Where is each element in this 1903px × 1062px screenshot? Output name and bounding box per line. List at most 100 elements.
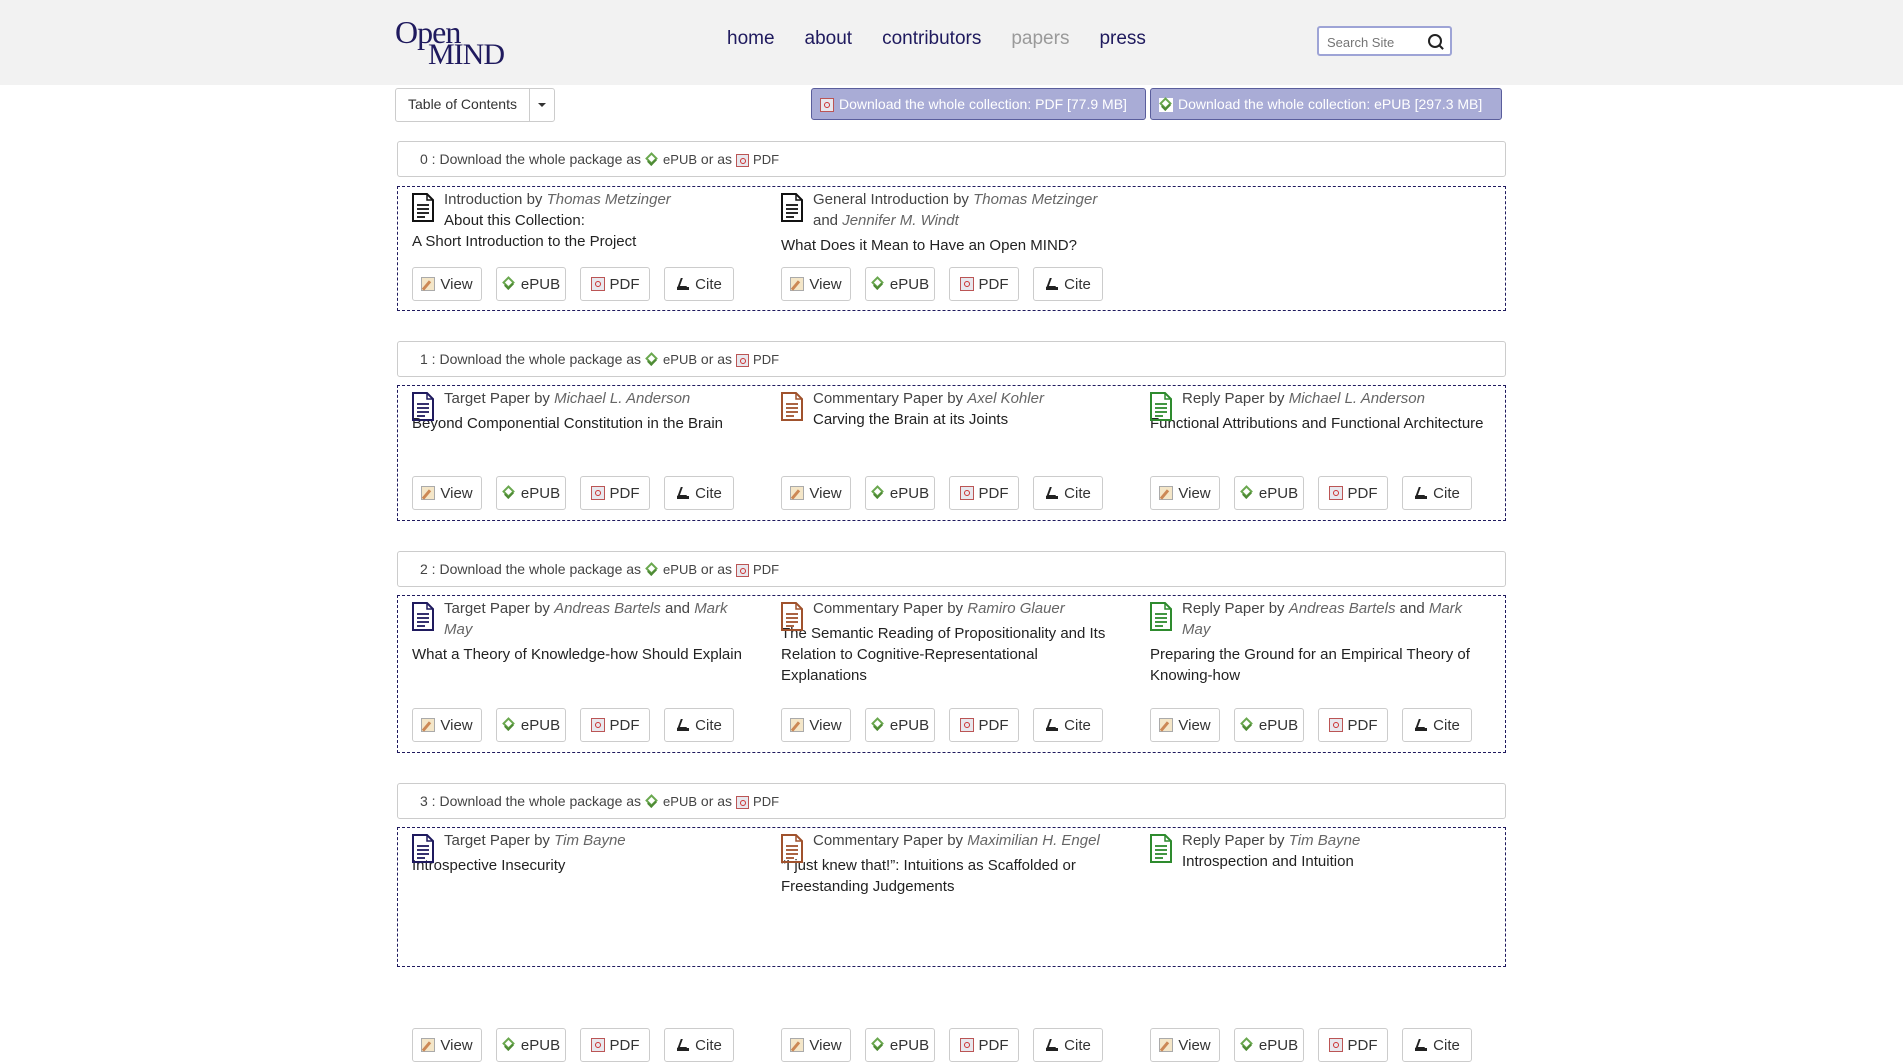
view-button[interactable]: View	[412, 476, 482, 510]
pdf-button[interactable]: PDF	[1318, 1028, 1388, 1062]
toc-label[interactable]: Table of Contents	[396, 89, 530, 121]
author-link[interactable]: Maximilian H. Engel	[967, 832, 1100, 849]
paper-title[interactable]: What Does it Mean to Have an Open MIND?	[781, 235, 1121, 256]
pdf-icon[interactable]	[736, 353, 750, 367]
view-button[interactable]: View	[781, 267, 851, 301]
package-pdf-link[interactable]: PDF	[753, 352, 779, 367]
cite-button[interactable]: Cite	[1402, 708, 1472, 742]
epub-icon[interactable]	[645, 795, 659, 809]
view-button[interactable]: View	[412, 708, 482, 742]
epub-button[interactable]: ePUB	[496, 1028, 566, 1062]
download-collection-epub-button[interactable]: Download the whole collection: ePUB [297…	[1150, 88, 1502, 120]
search-input[interactable]	[1325, 28, 1429, 56]
paper-title[interactable]: The Semantic Reading of Propositionality…	[781, 623, 1121, 686]
epub-button[interactable]: ePUB	[865, 708, 935, 742]
epub-button[interactable]: ePUB	[865, 1028, 935, 1062]
pdf-button[interactable]: PDF	[580, 267, 650, 301]
pdf-button[interactable]: PDF	[580, 1028, 650, 1062]
author-link[interactable]: Andreas Bartels	[554, 600, 661, 617]
view-button[interactable]: View	[1150, 1028, 1220, 1062]
view-button[interactable]: View	[412, 1028, 482, 1062]
pdf-button[interactable]: PDF	[949, 1028, 1019, 1062]
search-icon[interactable]	[1428, 34, 1442, 48]
epub-button[interactable]: ePUB	[865, 267, 935, 301]
cite-button[interactable]: Cite	[1033, 1028, 1103, 1062]
cite-button[interactable]: Cite	[1033, 476, 1103, 510]
package-pdf-link[interactable]: PDF	[753, 562, 779, 577]
paper-title[interactable]: Beyond Componential Constitution in the …	[412, 413, 752, 434]
cite-button[interactable]: Cite	[664, 708, 734, 742]
nav-contributors[interactable]: contributors	[882, 28, 981, 50]
chevron-down-icon[interactable]	[530, 89, 554, 121]
pdf-icon[interactable]	[736, 563, 750, 577]
author-link[interactable]: Thomas Metzinger	[973, 191, 1097, 208]
author-link[interactable]: Axel Kohler	[967, 390, 1044, 407]
paper-title[interactable]: “I just knew that!”: Intuitions as Scaff…	[781, 855, 1121, 897]
table-of-contents-dropdown[interactable]: Table of Contents	[395, 88, 555, 122]
paper-title[interactable]: What a Theory of Knowledge-how Should Ex…	[412, 644, 752, 665]
view-button[interactable]: View	[1150, 708, 1220, 742]
epub-button[interactable]: ePUB	[1234, 476, 1304, 510]
author-link[interactable]: Jennifer M. Windt	[842, 212, 959, 229]
view-button[interactable]: View	[1150, 476, 1220, 510]
nav-about[interactable]: about	[805, 28, 853, 50]
epub-icon[interactable]	[645, 563, 659, 577]
paper-title[interactable]: Introspection and Intuition	[1182, 851, 1490, 872]
cite-button[interactable]: Cite	[1402, 476, 1472, 510]
open-mind-logo[interactable]: Open MIND	[395, 14, 505, 71]
paper-title[interactable]: Introspective Insecurity	[412, 855, 752, 876]
cite-button[interactable]: Cite	[664, 1028, 734, 1062]
paper-title[interactable]: About this Collection:	[444, 210, 752, 231]
view-button[interactable]: View	[412, 267, 482, 301]
cite-icon	[1414, 718, 1428, 732]
paper-subtitle[interactable]: A Short Introduction to the Project	[412, 231, 752, 252]
nav-home[interactable]: home	[727, 28, 775, 50]
epub-button[interactable]: ePUB	[1234, 1028, 1304, 1062]
cite-button[interactable]: Cite	[1033, 708, 1103, 742]
epub-icon[interactable]	[645, 153, 659, 167]
view-button[interactable]: View	[781, 476, 851, 510]
package-pdf-link[interactable]: PDF	[753, 152, 779, 167]
pdf-button[interactable]: PDF	[949, 267, 1019, 301]
paper-title[interactable]: Preparing the Ground for an Empirical Th…	[1150, 644, 1490, 686]
paper-title[interactable]: Carving the Brain at its Joints	[813, 409, 1121, 430]
author-link[interactable]: Tim Bayne	[1289, 832, 1361, 849]
paper-actions: View ePUB PDF Cite	[781, 267, 1103, 301]
epub-button[interactable]: ePUB	[496, 267, 566, 301]
author-link[interactable]: Andreas Bartels	[1289, 600, 1396, 617]
package-epub-link[interactable]: ePUB	[663, 562, 697, 577]
cite-button[interactable]: Cite	[1402, 1028, 1472, 1062]
nav-press[interactable]: press	[1099, 28, 1145, 50]
epub-button[interactable]: ePUB	[865, 476, 935, 510]
nav-papers[interactable]: papers	[1011, 28, 1069, 50]
epub-button[interactable]: ePUB	[496, 708, 566, 742]
package-epub-link[interactable]: ePUB	[663, 152, 697, 167]
pdf-icon[interactable]	[736, 795, 750, 809]
epub-icon[interactable]	[645, 353, 659, 367]
cite-button[interactable]: Cite	[664, 476, 734, 510]
pdf-button[interactable]: PDF	[1318, 708, 1388, 742]
author-link[interactable]: Michael L. Anderson	[1289, 390, 1425, 407]
pdf-button[interactable]: PDF	[580, 476, 650, 510]
pdf-button[interactable]: PDF	[1318, 476, 1388, 510]
pdf-icon[interactable]	[736, 153, 750, 167]
package-epub-link[interactable]: ePUB	[663, 352, 697, 367]
pdf-button[interactable]: PDF	[949, 476, 1019, 510]
author-link[interactable]: Ramiro Glauer	[967, 600, 1065, 617]
package-epub-link[interactable]: ePUB	[663, 794, 697, 809]
download-collection-pdf-button[interactable]: Download the whole collection: PDF [77.9…	[811, 88, 1146, 120]
paper-header: General Introduction by Thomas Metzinger…	[813, 187, 1121, 231]
view-button[interactable]: View	[781, 1028, 851, 1062]
pdf-button[interactable]: PDF	[580, 708, 650, 742]
view-button[interactable]: View	[781, 708, 851, 742]
cite-button[interactable]: Cite	[1033, 267, 1103, 301]
package-pdf-link[interactable]: PDF	[753, 794, 779, 809]
pdf-button[interactable]: PDF	[949, 708, 1019, 742]
paper-title[interactable]: Functional Attributions and Functional A…	[1150, 413, 1490, 434]
author-link[interactable]: Thomas Metzinger	[547, 191, 671, 208]
author-link[interactable]: Michael L. Anderson	[554, 390, 690, 407]
cite-button[interactable]: Cite	[664, 267, 734, 301]
author-link[interactable]: Tim Bayne	[554, 832, 626, 849]
epub-button[interactable]: ePUB	[1234, 708, 1304, 742]
epub-button[interactable]: ePUB	[496, 476, 566, 510]
